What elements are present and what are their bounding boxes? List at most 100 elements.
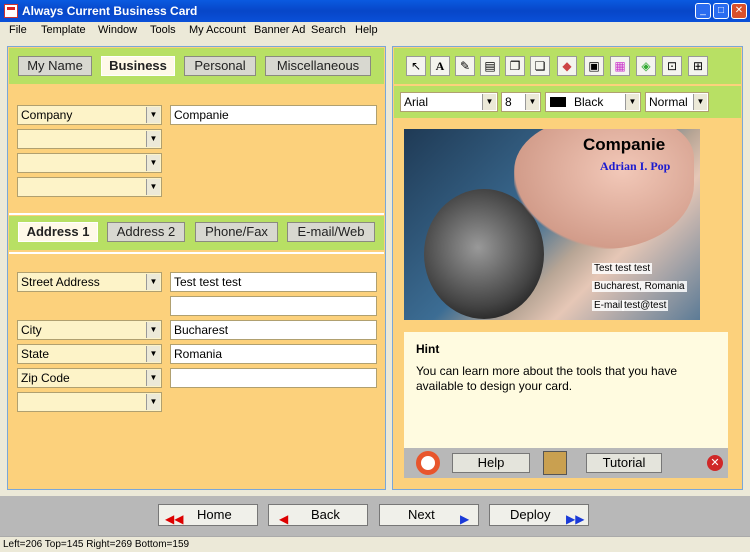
card-name[interactable]: Adrian I. Pop bbox=[600, 159, 670, 174]
tab-address-2[interactable]: Address 2 bbox=[107, 222, 185, 242]
back-label: Back bbox=[311, 507, 340, 522]
back-button[interactable]: ◀ Back bbox=[268, 504, 368, 526]
zip-field[interactable] bbox=[170, 368, 377, 388]
hint-title: Hint bbox=[416, 342, 440, 356]
divider bbox=[9, 252, 384, 254]
chevron-down-icon: ▼ bbox=[146, 131, 160, 147]
lifebuoy-icon[interactable] bbox=[416, 451, 440, 475]
hint-box: Hint You can learn more about the tools … bbox=[404, 332, 728, 448]
title-bar: Always Current Business Card bbox=[0, 0, 750, 22]
chevron-down-icon: ▼ bbox=[625, 94, 639, 110]
tab-my-name[interactable]: My Name bbox=[18, 56, 92, 76]
home-label: Home bbox=[197, 507, 232, 522]
company-selector[interactable]: Company ▼ bbox=[17, 105, 162, 125]
double-left-arrow-icon: ◀◀ bbox=[165, 512, 184, 526]
window-title: Always Current Business Card bbox=[22, 4, 198, 18]
double-right-arrow-icon: ▶▶ bbox=[566, 512, 585, 526]
close-button[interactable]: ✕ bbox=[731, 3, 747, 19]
chevron-down-icon: ▼ bbox=[525, 94, 539, 110]
help-button[interactable]: Help bbox=[452, 453, 530, 473]
next-label: Next bbox=[408, 507, 435, 522]
close-hint-icon[interactable]: ✕ bbox=[707, 455, 723, 471]
chevron-down-icon: ▼ bbox=[146, 107, 160, 123]
menu-tools[interactable]: Tools bbox=[150, 24, 176, 36]
city-selector[interactable]: City ▼ bbox=[17, 320, 162, 340]
tab-business[interactable]: Business bbox=[101, 56, 175, 76]
menu-template[interactable]: Template bbox=[41, 24, 86, 36]
color-grid-icon[interactable]: ▦ bbox=[610, 56, 630, 76]
state-selector-label: State bbox=[21, 347, 50, 361]
fit-icon[interactable]: ⊡ bbox=[662, 56, 682, 76]
street-field[interactable]: Test test test bbox=[170, 272, 377, 292]
home-button[interactable]: ◀◀ Home bbox=[158, 504, 258, 526]
menu-search[interactable]: Search bbox=[311, 24, 346, 36]
minimize-button[interactable]: _ bbox=[695, 3, 711, 19]
menu-window[interactable]: Window bbox=[98, 24, 137, 36]
chevron-down-icon: ▼ bbox=[146, 179, 160, 195]
right-arrow-icon: ▶ bbox=[460, 512, 470, 526]
menu-banner-ad[interactable]: Banner Ad bbox=[254, 24, 305, 36]
bring-front-icon[interactable]: ❐ bbox=[505, 56, 525, 76]
chevron-down-icon: ▼ bbox=[146, 322, 160, 338]
pointer-icon[interactable]: ↖ bbox=[406, 56, 426, 76]
chevron-down-icon: ▼ bbox=[146, 274, 160, 290]
edit-tool-icon[interactable]: ✎ bbox=[455, 56, 475, 76]
deploy-button[interactable]: Deploy ▶▶ bbox=[489, 504, 589, 526]
extra-selector-1[interactable]: ▼ bbox=[17, 129, 162, 149]
card-line-2[interactable]: Bucharest, Romania bbox=[592, 281, 687, 292]
color-select-value: Black bbox=[574, 95, 604, 109]
card-email-label[interactable]: E-mail bbox=[592, 300, 625, 311]
chevron-down-icon: ▼ bbox=[146, 346, 160, 362]
next-button[interactable]: Next ▶ bbox=[379, 504, 479, 526]
zip-selector-label: Zip Code bbox=[21, 371, 70, 385]
chevron-down-icon: ▼ bbox=[146, 370, 160, 386]
menu-file[interactable]: File bbox=[9, 24, 27, 36]
card-preview[interactable]: Companie Adrian I. Pop Test test test Bu… bbox=[404, 129, 700, 320]
nav-bar bbox=[0, 496, 750, 536]
extra-selector-3[interactable]: ▼ bbox=[17, 177, 162, 197]
layer-tool-icon[interactable]: ▤ bbox=[480, 56, 500, 76]
street-field-2[interactable] bbox=[170, 296, 377, 316]
card-company[interactable]: Companie bbox=[583, 135, 665, 155]
tab-miscellaneous[interactable]: Miscellaneous bbox=[265, 56, 371, 76]
menu-my-account[interactable]: My Account bbox=[189, 24, 246, 36]
eraser-icon[interactable]: ◆ bbox=[557, 56, 577, 76]
tab-personal[interactable]: Personal bbox=[184, 56, 256, 76]
color-swatch bbox=[550, 97, 566, 107]
tab-phone-fax[interactable]: Phone/Fax bbox=[195, 222, 278, 242]
chevron-down-icon: ▼ bbox=[693, 94, 707, 110]
tutorial-video-icon[interactable] bbox=[543, 451, 567, 475]
street-selector[interactable]: Street Address ▼ bbox=[17, 272, 162, 292]
send-back-icon[interactable]: ❏ bbox=[530, 56, 550, 76]
size-select-value: 8 bbox=[505, 95, 512, 109]
paint-icon[interactable]: ◈ bbox=[636, 56, 656, 76]
size-select[interactable]: 8 ▼ bbox=[501, 92, 541, 112]
card-email-value[interactable]: test@test bbox=[622, 300, 669, 311]
state-field[interactable]: Romania bbox=[170, 344, 377, 364]
menu-help[interactable]: Help bbox=[355, 24, 378, 36]
style-select-value: Normal bbox=[649, 95, 688, 109]
city-field[interactable]: Bucharest bbox=[170, 320, 377, 340]
tab-address-1[interactable]: Address 1 bbox=[18, 222, 98, 242]
state-selector[interactable]: State ▼ bbox=[17, 344, 162, 364]
extra-selector-2[interactable]: ▼ bbox=[17, 153, 162, 173]
style-select[interactable]: Normal ▼ bbox=[645, 92, 709, 112]
company-field[interactable]: Companie bbox=[170, 105, 377, 125]
card-line-1[interactable]: Test test test bbox=[592, 263, 653, 274]
tutorial-button[interactable]: Tutorial bbox=[586, 453, 662, 473]
expand-icon[interactable]: ⊞ bbox=[688, 56, 708, 76]
divider bbox=[9, 213, 384, 215]
color-select[interactable]: Black ▼ bbox=[545, 92, 641, 112]
chevron-down-icon: ▼ bbox=[146, 394, 160, 410]
font-select-value: Arial bbox=[404, 95, 429, 109]
text-tool-icon[interactable]: A bbox=[430, 56, 450, 76]
extra-address-selector[interactable]: ▼ bbox=[17, 392, 162, 412]
company-selector-label: Company bbox=[21, 108, 73, 122]
maximize-button[interactable]: □ bbox=[713, 3, 729, 19]
tab-email-web[interactable]: E-mail/Web bbox=[287, 222, 375, 242]
left-arrow-icon: ◀ bbox=[279, 512, 289, 526]
status-bar: Left=206 Top=145 Right=269 Bottom=159 bbox=[0, 536, 750, 551]
image-icon[interactable]: ▣ bbox=[584, 56, 604, 76]
zip-selector[interactable]: Zip Code ▼ bbox=[17, 368, 162, 388]
font-select[interactable]: Arial ▼ bbox=[400, 92, 498, 112]
